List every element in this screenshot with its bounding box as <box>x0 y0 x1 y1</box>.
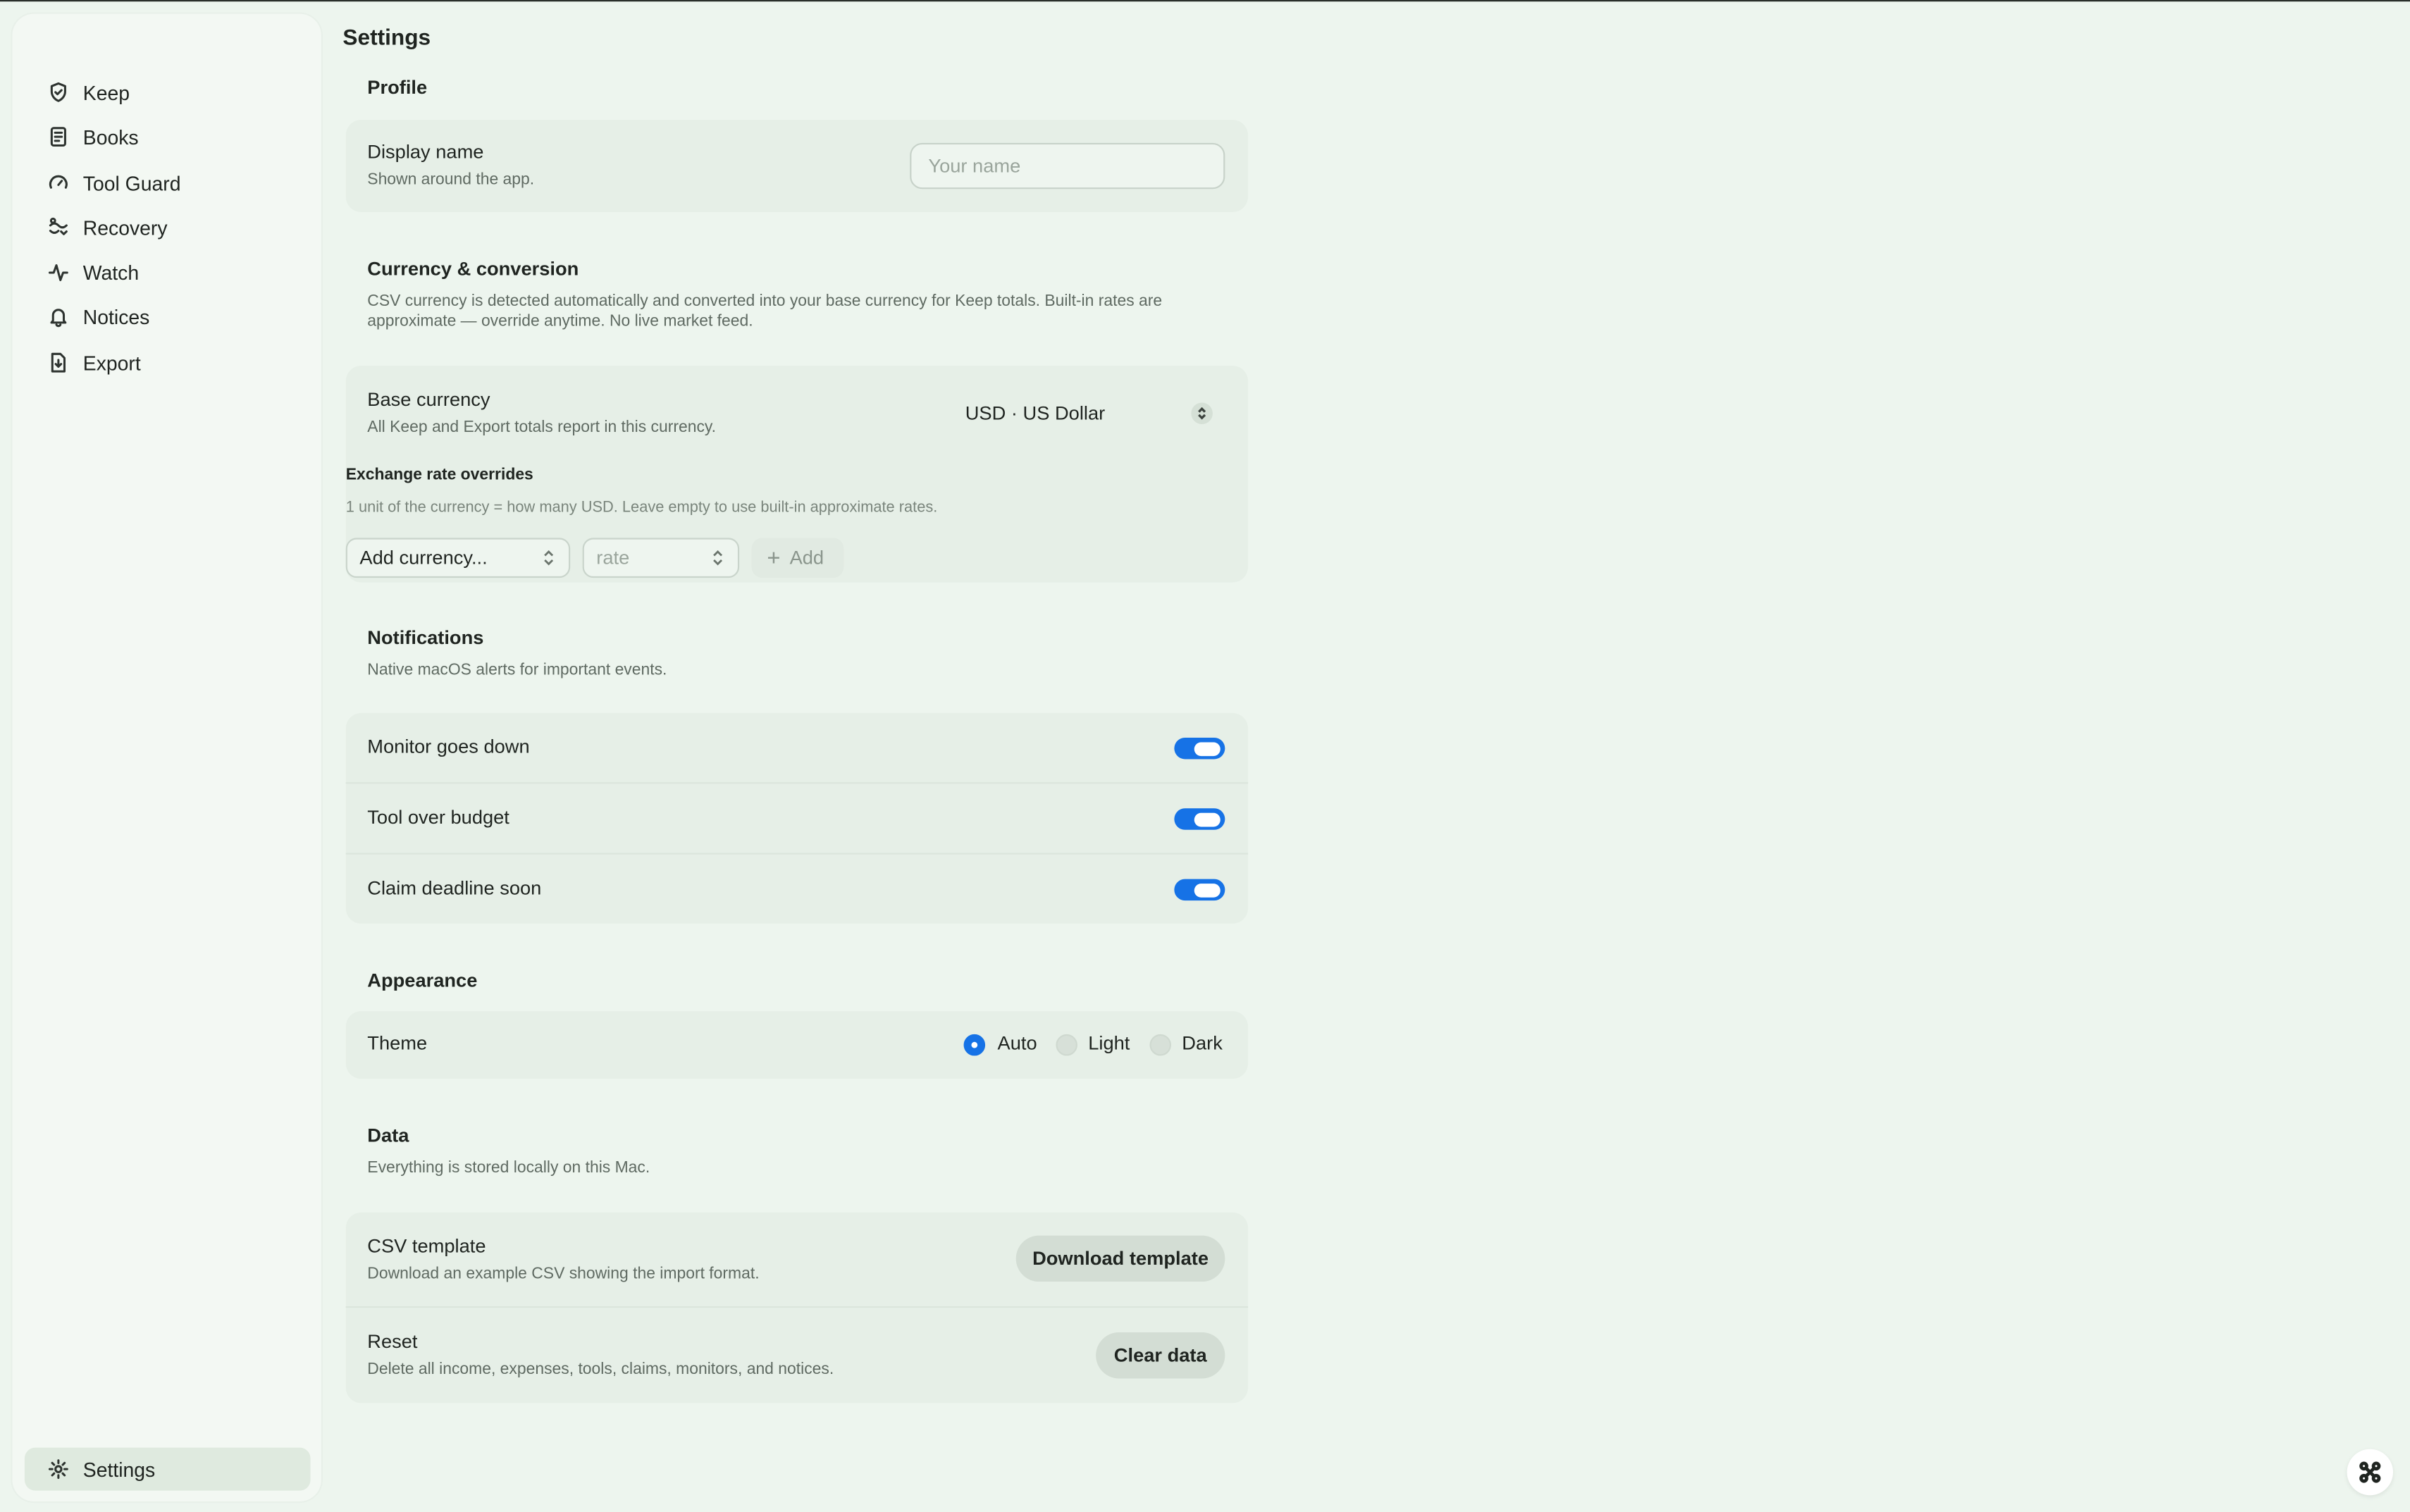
currency-desc-line1: CSV currency is detected automatically a… <box>367 292 1163 311</box>
add-currency-select[interactable]: Add currency... <box>345 538 571 578</box>
sidebar-item-label: Settings <box>82 1457 156 1481</box>
rate-placeholder: rate <box>596 547 630 569</box>
sidebar-item-label: Recovery <box>82 216 168 240</box>
sidebar-item-label: Notices <box>82 304 150 328</box>
claim-deadline-toggle[interactable] <box>1174 879 1225 901</box>
divider <box>345 782 1249 784</box>
section-title-notifications: Notifications <box>367 626 484 649</box>
base-currency-label: Base currency <box>367 388 490 411</box>
sidebar-item-watch[interactable]: Watch <box>25 251 311 294</box>
clear-data-button[interactable]: Clear data <box>1096 1332 1225 1379</box>
gauge-icon <box>46 171 70 195</box>
overrides-help: 1 unit of the currency = how many USD. L… <box>345 499 938 516</box>
sidebar-item-notices[interactable]: Notices <box>25 295 311 338</box>
data-card: CSV template Download an example CSV sho… <box>345 1212 1249 1403</box>
sidebar-item-tool-guard[interactable]: Tool Guard <box>25 161 311 204</box>
csv-template-sub: Download an example CSV showing the impo… <box>367 1265 760 1284</box>
add-label: Add <box>789 547 824 569</box>
sidebar-item-books[interactable]: Books <box>25 116 311 159</box>
section-title-currency: Currency & conversion <box>367 258 579 280</box>
divider <box>345 853 1249 855</box>
appearance-card: Theme Auto Light Dark <box>345 1011 1249 1079</box>
data-desc: Everything is stored locally on this Mac… <box>367 1158 650 1177</box>
pulse-icon <box>46 260 70 285</box>
notification-label: Claim deadline soon <box>367 877 542 899</box>
sidebar-item-label: Keep <box>82 80 130 104</box>
display-name-sub: Shown around the app. <box>367 171 535 190</box>
chevron-updown-icon[interactable] <box>1191 402 1213 424</box>
rate-input[interactable]: rate <box>582 538 740 578</box>
overrides-title: Exchange rate overrides <box>345 465 533 485</box>
currency-card: Base currency All Keep and Export totals… <box>345 366 1249 583</box>
sidebar-item-settings[interactable]: Settings <box>24 1447 311 1491</box>
base-currency-select[interactable]: USD · US Dollar <box>965 402 1105 424</box>
theme-option-label: Auto <box>997 1032 1037 1055</box>
currency-desc-line2: approximate — override anytime. No live … <box>367 311 753 330</box>
notifications-card: Monitor goes down Tool over budget Claim… <box>345 713 1249 924</box>
notification-label: Tool over budget <box>367 807 509 829</box>
section-title-appearance: Appearance <box>367 969 478 991</box>
theme-radio-light[interactable] <box>1056 1034 1077 1056</box>
reset-label: Reset <box>367 1330 418 1353</box>
command-icon[interactable] <box>2347 1449 2394 1496</box>
bell-icon <box>46 304 70 329</box>
app-window: Keep Books Tool Guard Recovery Watch Not… <box>0 0 2410 1512</box>
sidebar-item-recovery[interactable]: Recovery <box>25 206 311 249</box>
sidebar-item-keep[interactable]: Keep <box>25 70 311 113</box>
gear-icon <box>46 1457 70 1482</box>
tool-over-budget-toggle[interactable] <box>1174 808 1225 830</box>
notification-label: Monitor goes down <box>367 736 530 758</box>
export-icon <box>46 350 70 375</box>
divider <box>345 1306 1249 1308</box>
sidebar-item-export[interactable]: Export <box>25 341 311 384</box>
profile-card: Display name Shown around the app. <box>345 120 1249 212</box>
sidebar: Keep Books Tool Guard Recovery Watch Not… <box>12 13 321 1501</box>
add-currency-label: Add currency... <box>359 547 488 569</box>
page-title: Settings <box>342 26 431 51</box>
theme-label: Theme <box>367 1032 428 1055</box>
shield-icon <box>46 80 70 104</box>
sidebar-item-label: Books <box>82 125 139 149</box>
sidebar-item-label: Watch <box>82 260 140 284</box>
theme-radio-dark[interactable] <box>1149 1034 1172 1056</box>
add-rate-button[interactable]: + Add <box>751 538 844 578</box>
theme-option-label: Light <box>1088 1032 1130 1055</box>
chevron-updown-icon <box>541 549 557 572</box>
theme-radio-auto[interactable] <box>963 1034 986 1056</box>
theme-option-label: Dark <box>1182 1032 1223 1055</box>
book-icon <box>46 125 70 149</box>
number-stepper-icon[interactable] <box>710 549 726 572</box>
monitor-down-toggle[interactable] <box>1174 737 1225 760</box>
plus-icon: + <box>767 545 781 571</box>
notifications-desc: Native macOS alerts for important events… <box>367 660 667 680</box>
section-title-data: Data <box>367 1124 409 1147</box>
csv-template-label: CSV template <box>367 1235 486 1258</box>
reset-sub: Delete all income, expenses, tools, clai… <box>367 1360 834 1379</box>
recovery-icon <box>46 215 70 240</box>
download-template-button[interactable]: Download template <box>1015 1235 1225 1282</box>
sidebar-item-label: Tool Guard <box>82 171 181 194</box>
base-currency-sub: All Keep and Export totals report in thi… <box>367 418 717 437</box>
sidebar-item-label: Export <box>82 351 141 375</box>
display-name-input[interactable] <box>910 142 1225 190</box>
section-title-profile: Profile <box>367 77 428 99</box>
display-name-label: Display name <box>367 141 484 163</box>
